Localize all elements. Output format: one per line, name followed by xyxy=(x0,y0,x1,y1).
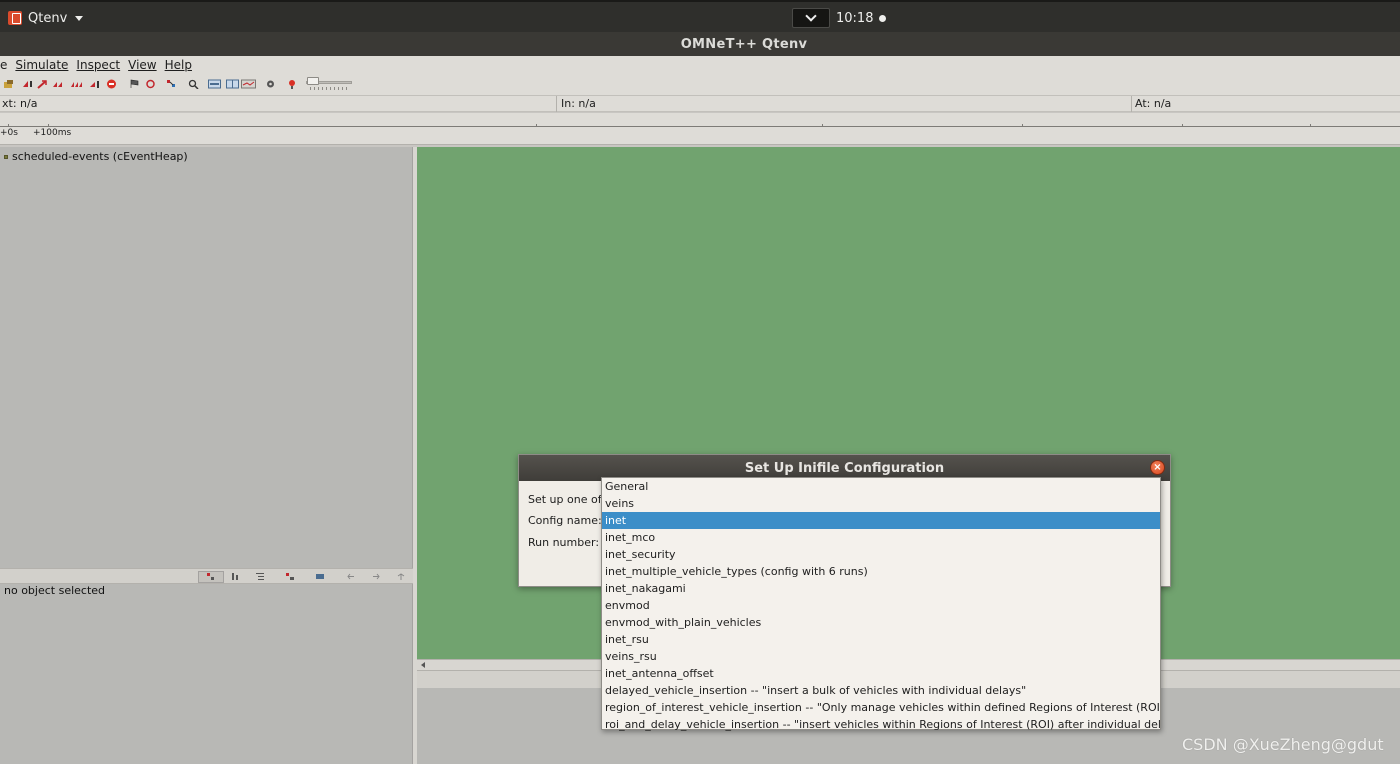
clock-area[interactable]: 10:18 xyxy=(792,8,887,28)
timeline-label: +0s xyxy=(0,128,18,138)
config-option-veins-rsu[interactable]: veins_rsu xyxy=(602,648,1160,665)
timeline-tick xyxy=(822,124,823,127)
config-option-roi-and-delay-vehicle-insertion[interactable]: roi_and_delay_vehicle_insertion -- "inse… xyxy=(602,716,1160,733)
toolbar xyxy=(0,74,1400,96)
search-icon[interactable] xyxy=(188,79,199,89)
in-status: In: n/a xyxy=(561,97,596,110)
timeline-tick xyxy=(1022,124,1023,127)
event-log-icon[interactable] xyxy=(166,79,177,89)
config-option-veins[interactable]: veins xyxy=(602,495,1160,512)
layout-horizontal-icon[interactable] xyxy=(208,79,221,89)
notification-dot-icon xyxy=(879,14,887,22)
config-option-inet-multiple-vehicle-types[interactable]: inet_multiple_vehicle_types (config with… xyxy=(602,563,1160,580)
record-icon[interactable] xyxy=(287,79,298,89)
menubar: e Simulate Inspect View Help xyxy=(0,56,1400,74)
config-option-inet-antenna-offset[interactable]: inet_antenna_offset xyxy=(602,665,1160,682)
config-option-inet-mco[interactable]: inet_mco xyxy=(602,529,1160,546)
app-menu-label: Qtenv xyxy=(28,10,68,26)
speed-slider[interactable] xyxy=(306,77,352,91)
chevron-down-icon[interactable] xyxy=(792,8,830,28)
config-name-dropdown-list[interactable]: General veins inet inet_mco inet_securit… xyxy=(601,477,1161,733)
config-option-envmod-with-plain-vehicles[interactable]: envmod_with_plain_vehicles xyxy=(602,614,1160,631)
menu-help[interactable]: Help xyxy=(165,58,192,72)
inspector-toolbar xyxy=(0,568,413,584)
object-inspector: no object selected xyxy=(0,584,413,764)
flat-view-icon[interactable] xyxy=(231,573,239,580)
config-option-general[interactable]: General xyxy=(602,478,1160,495)
slider-knob[interactable] xyxy=(307,77,319,85)
packet-view-icon[interactable] xyxy=(316,573,324,580)
top-panel: Qtenv 10:18 xyxy=(0,0,1400,32)
timeline-toggle-icon[interactable] xyxy=(241,79,256,89)
run-icon[interactable] xyxy=(37,79,48,89)
config-option-envmod[interactable]: envmod xyxy=(602,597,1160,614)
watermark: CSDN @XueZheng@gdut xyxy=(1182,735,1384,754)
timeline-tick xyxy=(1182,124,1183,127)
express-run-icon[interactable] xyxy=(71,79,82,89)
back-arrow-icon[interactable] xyxy=(347,573,355,580)
menu-simulate[interactable]: Simulate xyxy=(15,58,68,72)
rebuild-icon[interactable] xyxy=(145,79,156,89)
timeline-tick xyxy=(48,124,49,127)
config-option-inet-selected[interactable]: inet xyxy=(602,512,1160,529)
clock[interactable]: 10:18 xyxy=(836,11,873,26)
next-event-status: xt: n/a xyxy=(2,97,38,110)
gear-icon[interactable] xyxy=(265,79,276,89)
status-divider xyxy=(556,96,557,112)
menu-view[interactable]: View xyxy=(128,58,156,72)
run-number-label: Run number: xyxy=(528,536,600,549)
dialog-intro-text: Set up one of t xyxy=(528,493,610,506)
menu-inspect[interactable]: Inspect xyxy=(76,58,120,72)
timeline[interactable]: +0s +100ms xyxy=(0,113,1400,145)
status-row: xt: n/a In: n/a At: n/a xyxy=(0,96,1400,112)
app-menu[interactable]: Qtenv xyxy=(8,8,84,28)
stop-icon[interactable] xyxy=(106,79,117,89)
layout-vertical-icon[interactable] xyxy=(226,79,239,89)
menu-file[interactable]: e xyxy=(0,58,7,72)
status-divider xyxy=(1131,96,1132,112)
up-arrow-icon[interactable] xyxy=(397,573,405,580)
qtenv-app-icon xyxy=(8,11,22,25)
run-until-icon[interactable] xyxy=(89,79,100,89)
tree-item-label: scheduled-events (cEventHeap) xyxy=(12,150,188,163)
dialog-title: Set Up Inifile Configuration xyxy=(744,460,945,476)
timeline-tick xyxy=(8,124,9,127)
scroll-left-icon[interactable] xyxy=(421,662,425,668)
config-name-label: Config name: xyxy=(528,514,602,527)
timeline-label: +100ms xyxy=(33,128,72,138)
tree-item-scheduled-events[interactable]: scheduled-events (cEventHeap) xyxy=(4,150,188,163)
inheritance-view-icon[interactable] xyxy=(286,573,294,580)
config-option-inet-security[interactable]: inet_security xyxy=(602,546,1160,563)
object-icon xyxy=(4,154,8,159)
window-title-bar[interactable]: OMNeT++ Qtenv xyxy=(0,32,1400,56)
dropdown-arrow-icon xyxy=(75,15,84,21)
grouped-view-icon[interactable] xyxy=(207,573,215,580)
no-object-selected-text: no object selected xyxy=(4,584,106,597)
timeline-tick xyxy=(1310,124,1311,127)
timeline-axis xyxy=(0,126,1400,127)
config-option-delayed-vehicle-insertion[interactable]: delayed_vehicle_insertion -- "insert a b… xyxy=(602,682,1160,699)
config-option-region-of-interest-vehicle-insertion[interactable]: region_of_interest_vehicle_insertion -- … xyxy=(602,699,1160,716)
forward-arrow-icon[interactable] xyxy=(372,573,380,580)
object-tree: scheduled-events (cEventHeap) xyxy=(0,147,413,568)
children-view-icon[interactable] xyxy=(256,573,264,580)
config-option-inet-nakagami[interactable]: inet_nakagami xyxy=(602,580,1160,597)
at-status: At: n/a xyxy=(1135,97,1172,110)
load-config-icon[interactable] xyxy=(3,79,14,89)
step-icon[interactable] xyxy=(22,79,33,89)
fast-run-icon[interactable] xyxy=(53,79,64,89)
timeline-tick xyxy=(536,124,537,127)
window-title: OMNeT++ Qtenv xyxy=(680,36,808,52)
close-icon[interactable]: × xyxy=(1150,460,1165,475)
config-option-inet-rsu[interactable]: inet_rsu xyxy=(602,631,1160,648)
finish-flag-icon[interactable] xyxy=(129,79,140,89)
